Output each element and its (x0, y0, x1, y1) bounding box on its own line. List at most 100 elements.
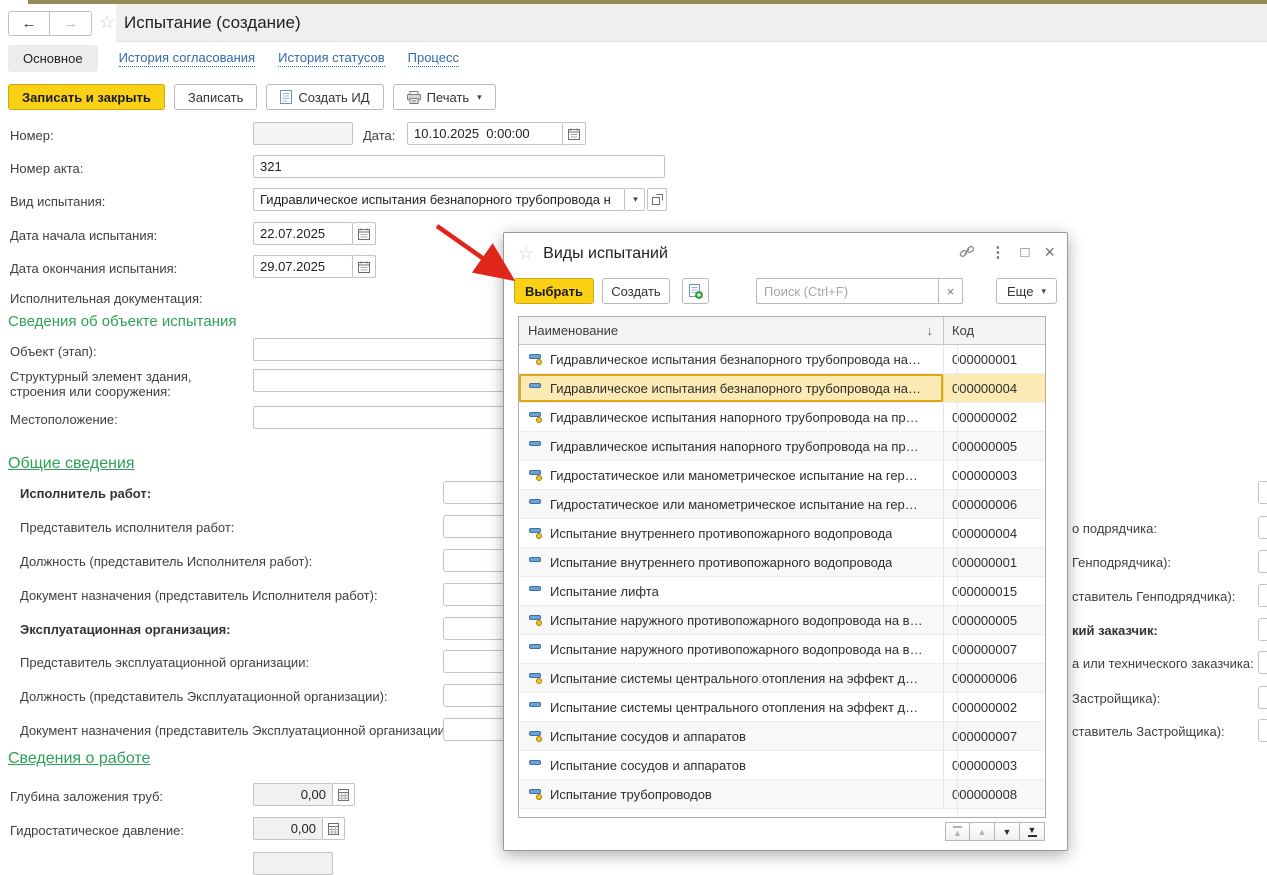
favorite-star-icon[interactable]: ☆ (518, 243, 534, 264)
table-row[interactable]: Гидростатическое или манометрическое исп… (519, 490, 1045, 519)
table-row[interactable]: Испытание сосудов и аппаратов000000007 (519, 722, 1045, 751)
create-id-button[interactable]: Создать ИД (266, 84, 383, 110)
create-new-group-button[interactable] (682, 278, 709, 304)
row-name-cell[interactable]: Испытание внутреннего противопожарного в… (519, 548, 943, 576)
row-code: 000000001 (943, 548, 1045, 576)
text-field[interactable] (1258, 584, 1267, 607)
print-button[interactable]: Печать ▾ (393, 84, 496, 110)
end-date-field[interactable] (253, 255, 353, 278)
catalog-item-icon (529, 759, 543, 771)
more-menu-icon[interactable]: ⋮ (990, 245, 1005, 260)
row-name-cell[interactable]: Испытание системы центрального отопления… (519, 664, 943, 692)
next-page-button[interactable]: ▼ (995, 822, 1020, 841)
row-name-cell[interactable]: Испытание наружного противопожарного вод… (519, 606, 943, 634)
more-button[interactable]: Еще ▾ (996, 278, 1057, 304)
field-label: Документ назначения (представитель Экспл… (20, 723, 453, 738)
tab-main[interactable]: Основное (8, 45, 98, 72)
link-icon[interactable] (959, 245, 975, 259)
row-name-cell[interactable]: Испытание внутреннего противопожарного в… (519, 519, 943, 547)
test-type-field[interactable] (253, 188, 625, 211)
favorite-star-icon[interactable]: ☆ (99, 12, 115, 33)
column-header-code[interactable]: Код (943, 317, 1045, 345)
row-name-cell[interactable]: Испытание наружного противопожарного вод… (519, 635, 943, 663)
column-code-label: Код (952, 323, 974, 338)
row-name-cell[interactable]: Гидравлическое испытания безнапорного тр… (519, 345, 943, 373)
text-field[interactable] (1258, 651, 1267, 674)
row-name-cell[interactable]: Испытание лифта (519, 577, 943, 605)
text-field[interactable] (1258, 618, 1267, 641)
table-row[interactable]: Испытание наружного противопожарного вод… (519, 635, 1045, 664)
row-name-cell[interactable]: Гидравлическое испытания безнапорного тр… (519, 374, 943, 402)
test-type-dropdown-button[interactable]: ▾ (625, 188, 645, 211)
row-name-cell[interactable]: Гидравлическое испытания напорного трубо… (519, 432, 943, 460)
structural-label-line1: Структурный элемент здания, (10, 369, 192, 384)
row-name: Испытание сосудов и аппаратов (550, 729, 746, 744)
text-field[interactable] (1258, 481, 1267, 504)
table-row[interactable]: Гидростатическое или манометрическое исп… (519, 461, 1045, 490)
row-name-cell[interactable]: Гидравлическое испытания напорного трубо… (519, 403, 943, 431)
start-date-calendar-button[interactable] (353, 222, 376, 245)
date-field[interactable] (407, 122, 563, 145)
row-code: 000000015 (943, 577, 1045, 605)
search-input[interactable] (756, 278, 939, 304)
close-icon[interactable]: × (1044, 243, 1055, 261)
row-name: Гидравлическое испытания безнапорного тр… (550, 381, 921, 396)
section-title-work[interactable]: Сведения о работе (8, 750, 150, 768)
row-code: 000000002 (943, 693, 1045, 721)
row-name: Испытание наружного противопожарного вод… (550, 642, 923, 657)
calendar-icon (568, 128, 580, 140)
create-button[interactable]: Создать (602, 278, 670, 304)
text-field[interactable] (1258, 516, 1267, 539)
table-row[interactable]: Испытание сосудов и аппаратов000000003 (519, 751, 1045, 780)
row-name-cell[interactable]: Испытание системы центрального отопления… (519, 693, 943, 721)
hydrostatic-pressure-field[interactable] (253, 817, 323, 840)
text-field[interactable] (1258, 686, 1267, 709)
table-row[interactable]: Гидравлическое испытания безнапорного тр… (519, 345, 1045, 374)
row-name-cell[interactable]: Гидростатическое или манометрическое исп… (519, 461, 943, 489)
go-to-first-button[interactable]: ▲ (945, 822, 970, 841)
tab-link[interactable]: Процесс (408, 50, 459, 67)
row-name: Испытание сосудов и аппаратов (550, 758, 746, 773)
row-name-cell[interactable]: Испытание сосудов и аппаратов (519, 751, 943, 779)
tab-link[interactable]: История согласования (119, 50, 256, 67)
partial-bottom-field[interactable] (253, 852, 333, 875)
row-name-cell[interactable]: Испытание трубопроводов (519, 780, 943, 808)
save-button[interactable]: Записать (174, 84, 258, 110)
field-label: Представитель исполнителя работ: (20, 520, 234, 535)
row-code: 000000004 (943, 374, 1045, 402)
row-name-cell[interactable]: Испытание сосудов и аппаратов (519, 722, 943, 750)
test-type-open-button[interactable] (647, 188, 667, 211)
text-field[interactable] (1258, 719, 1267, 742)
start-date-field[interactable] (253, 222, 353, 245)
table-row[interactable]: Испытание системы центрального отопления… (519, 664, 1045, 693)
section-title-general[interactable]: Общие сведения (8, 455, 135, 473)
back-button[interactable]: ← (8, 11, 50, 36)
maximize-icon[interactable]: □ (1020, 245, 1029, 260)
column-header-name[interactable]: Наименование ↓ (519, 323, 943, 338)
hydrostatic-pressure-calc-button[interactable] (323, 817, 345, 840)
previous-page-button[interactable]: ▲ (970, 822, 995, 841)
text-field[interactable] (1258, 550, 1267, 573)
table-row[interactable]: Испытание лифта000000015 (519, 577, 1045, 606)
forward-button[interactable]: → (50, 11, 92, 36)
row-name-cell[interactable]: Гидростатическое или манометрическое исп… (519, 490, 943, 518)
tab-link[interactable]: История статусов (278, 50, 385, 67)
table-row[interactable]: Испытание системы центрального отопления… (519, 693, 1045, 722)
table-row[interactable]: Гидравлическое испытания безнапорного тр… (519, 374, 1045, 403)
end-date-calendar-button[interactable] (353, 255, 376, 278)
pipe-depth-field[interactable] (253, 783, 333, 806)
table-row[interactable]: Гидравлическое испытания напорного трубо… (519, 403, 1045, 432)
number-field[interactable] (253, 122, 353, 145)
date-calendar-button[interactable] (563, 122, 586, 145)
table-row[interactable]: Испытание внутреннего противопожарного в… (519, 519, 1045, 548)
go-to-last-button[interactable]: ▼ (1020, 822, 1045, 841)
table-row[interactable]: Испытание наружного противопожарного вод… (519, 606, 1045, 635)
table-row[interactable]: Испытание трубопроводов000000008 (519, 780, 1045, 809)
pipe-depth-calc-button[interactable] (333, 783, 355, 806)
save-and-close-button[interactable]: Записать и закрыть (8, 84, 165, 110)
select-button[interactable]: Выбрать (514, 278, 594, 304)
table-row[interactable]: Испытание внутреннего противопожарного в… (519, 548, 1045, 577)
table-row[interactable]: Гидравлическое испытания напорного трубо… (519, 432, 1045, 461)
act-number-field[interactable] (253, 155, 665, 178)
search-clear-button[interactable]: × (939, 278, 963, 304)
